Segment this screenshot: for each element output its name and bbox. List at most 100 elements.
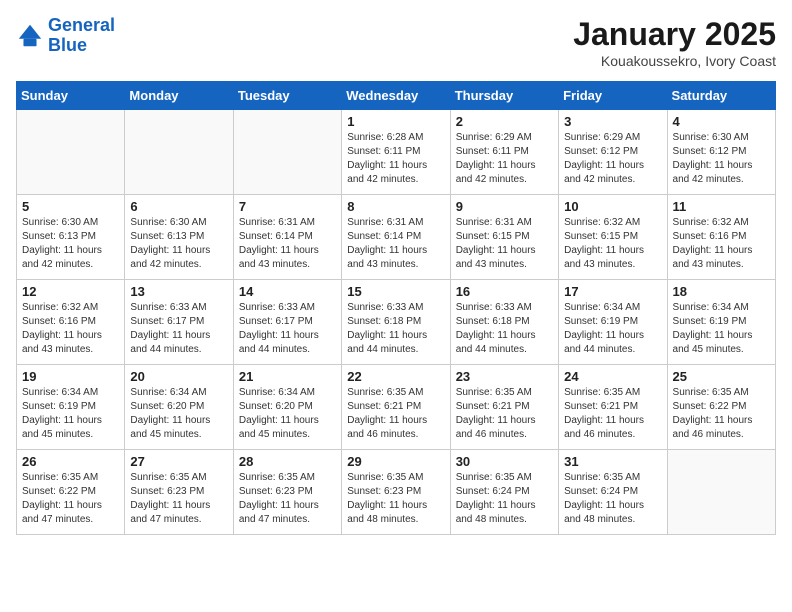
day-number: 7 [239, 199, 336, 214]
day-info: Sunrise: 6:32 AM Sunset: 6:15 PM Dayligh… [564, 216, 661, 272]
day-info: Sunrise: 6:35 AM Sunset: 6:23 PM Dayligh… [130, 471, 227, 527]
day-info: Sunrise: 6:34 AM Sunset: 6:19 PM Dayligh… [22, 386, 119, 442]
day-info: Sunrise: 6:33 AM Sunset: 6:17 PM Dayligh… [239, 301, 336, 357]
day-info: Sunrise: 6:32 AM Sunset: 6:16 PM Dayligh… [673, 216, 770, 272]
day-number: 19 [22, 369, 119, 384]
day-info: Sunrise: 6:31 AM Sunset: 6:15 PM Dayligh… [456, 216, 553, 272]
day-info: Sunrise: 6:35 AM Sunset: 6:21 PM Dayligh… [456, 386, 553, 442]
calendar-cell: 26 Sunrise: 6:35 AM Sunset: 6:22 PM Dayli… [17, 450, 125, 535]
day-info: Sunrise: 6:35 AM Sunset: 6:21 PM Dayligh… [347, 386, 444, 442]
calendar-cell: 3Sunrise: 6:29 AM Sunset: 6:12 PM Daylig… [559, 110, 667, 195]
day-info: Sunrise: 6:31 AM Sunset: 6:14 PM Dayligh… [347, 216, 444, 272]
calendar-cell: 25 Sunrise: 6:35 AM Sunset: 6:22 PM Dayli… [667, 365, 775, 450]
weekday-header-wednesday: Wednesday [342, 82, 450, 110]
day-number: 2 [456, 114, 553, 129]
day-number: 15 [347, 284, 444, 299]
logo-text: General Blue [48, 16, 115, 56]
calendar-table: SundayMondayTuesdayWednesdayThursdayFrid… [16, 81, 776, 535]
day-info: Sunrise: 6:34 AM Sunset: 6:20 PM Dayligh… [239, 386, 336, 442]
logo: General Blue [16, 16, 115, 56]
day-number: 20 [130, 369, 227, 384]
day-number: 25 [673, 369, 770, 384]
day-number: 12 [22, 284, 119, 299]
month-title: January 2025 [573, 16, 776, 53]
day-number: 11 [673, 199, 770, 214]
calendar-cell [233, 110, 341, 195]
day-info: Sunrise: 6:33 AM Sunset: 6:18 PM Dayligh… [347, 301, 444, 357]
calendar-cell: 9Sunrise: 6:31 AM Sunset: 6:15 PM Daylig… [450, 195, 558, 280]
day-info: Sunrise: 6:35 AM Sunset: 6:22 PM Dayligh… [22, 471, 119, 527]
day-number: 4 [673, 114, 770, 129]
weekday-header-saturday: Saturday [667, 82, 775, 110]
page-header: General Blue January 2025 Kouakoussekro,… [16, 16, 776, 69]
week-row-1: 1 Sunrise: 6:28 AM Sunset: 6:11 PM Daylig… [17, 110, 776, 195]
calendar-cell [125, 110, 233, 195]
weekday-header-tuesday: Tuesday [233, 82, 341, 110]
day-info: Sunrise: 6:33 AM Sunset: 6:17 PM Dayligh… [130, 301, 227, 357]
day-number: 17 [564, 284, 661, 299]
weekday-header-thursday: Thursday [450, 82, 558, 110]
day-number: 28 [239, 454, 336, 469]
day-info: Sunrise: 6:29 AM Sunset: 6:11 PM Dayligh… [456, 131, 553, 187]
location-subtitle: Kouakoussekro, Ivory Coast [573, 53, 776, 69]
title-area: January 2025 Kouakoussekro, Ivory Coast [573, 16, 776, 69]
day-number: 31 [564, 454, 661, 469]
day-number: 13 [130, 284, 227, 299]
calendar-cell: 5 Sunrise: 6:30 AM Sunset: 6:13 PM Daylig… [17, 195, 125, 280]
day-number: 16 [456, 284, 553, 299]
day-info: Sunrise: 6:30 AM Sunset: 6:13 PM Dayligh… [130, 216, 227, 272]
week-row-4: 19 Sunrise: 6:34 AM Sunset: 6:19 PM Dayli… [17, 365, 776, 450]
day-info: Sunrise: 6:35 AM Sunset: 6:23 PM Dayligh… [347, 471, 444, 527]
calendar-cell: 20 Sunrise: 6:34 AM Sunset: 6:20 PM Dayli… [125, 365, 233, 450]
calendar-cell: 7 Sunrise: 6:31 AM Sunset: 6:14 PM Daylig… [233, 195, 341, 280]
calendar-cell: 31 Sunrise: 6:35 AM Sunset: 6:24 PM Dayli… [559, 450, 667, 535]
day-number: 10 [564, 199, 661, 214]
day-info: Sunrise: 6:31 AM Sunset: 6:14 PM Dayligh… [239, 216, 336, 272]
calendar-cell: 23Sunrise: 6:35 AM Sunset: 6:21 PM Dayli… [450, 365, 558, 450]
calendar-cell: 27Sunrise: 6:35 AM Sunset: 6:23 PM Dayli… [125, 450, 233, 535]
calendar-cell: 16 Sunrise: 6:33 AM Sunset: 6:18 PM Dayli… [450, 280, 558, 365]
calendar-cell [667, 450, 775, 535]
day-number: 22 [347, 369, 444, 384]
calendar-cell: 30Sunrise: 6:35 AM Sunset: 6:24 PM Dayli… [450, 450, 558, 535]
day-number: 29 [347, 454, 444, 469]
calendar-cell: 21 Sunrise: 6:34 AM Sunset: 6:20 PM Dayli… [233, 365, 341, 450]
calendar-cell: 11 Sunrise: 6:32 AM Sunset: 6:16 PM Dayli… [667, 195, 775, 280]
week-row-5: 26 Sunrise: 6:35 AM Sunset: 6:22 PM Dayli… [17, 450, 776, 535]
calendar-cell: 12 Sunrise: 6:32 AM Sunset: 6:16 PM Dayli… [17, 280, 125, 365]
day-info: Sunrise: 6:35 AM Sunset: 6:24 PM Dayligh… [564, 471, 661, 527]
calendar-cell [17, 110, 125, 195]
day-number: 30 [456, 454, 553, 469]
calendar-cell: 13 Sunrise: 6:33 AM Sunset: 6:17 PM Dayli… [125, 280, 233, 365]
calendar-cell: 6 Sunrise: 6:30 AM Sunset: 6:13 PM Daylig… [125, 195, 233, 280]
day-info: Sunrise: 6:35 AM Sunset: 6:21 PM Dayligh… [564, 386, 661, 442]
day-number: 18 [673, 284, 770, 299]
calendar-cell: 19 Sunrise: 6:34 AM Sunset: 6:19 PM Dayli… [17, 365, 125, 450]
day-number: 26 [22, 454, 119, 469]
day-number: 5 [22, 199, 119, 214]
weekday-header-friday: Friday [559, 82, 667, 110]
day-number: 14 [239, 284, 336, 299]
calendar-cell: 28Sunrise: 6:35 AM Sunset: 6:23 PM Dayli… [233, 450, 341, 535]
day-info: Sunrise: 6:30 AM Sunset: 6:13 PM Dayligh… [22, 216, 119, 272]
day-info: Sunrise: 6:35 AM Sunset: 6:22 PM Dayligh… [673, 386, 770, 442]
day-number: 1 [347, 114, 444, 129]
calendar-cell: 18Sunrise: 6:34 AM Sunset: 6:19 PM Dayli… [667, 280, 775, 365]
calendar-cell: 10 Sunrise: 6:32 AM Sunset: 6:15 PM Dayli… [559, 195, 667, 280]
day-info: Sunrise: 6:32 AM Sunset: 6:16 PM Dayligh… [22, 301, 119, 357]
calendar-cell: 24Sunrise: 6:35 AM Sunset: 6:21 PM Dayli… [559, 365, 667, 450]
day-number: 6 [130, 199, 227, 214]
day-number: 21 [239, 369, 336, 384]
calendar-cell: 22 Sunrise: 6:35 AM Sunset: 6:21 PM Dayli… [342, 365, 450, 450]
weekday-header-row: SundayMondayTuesdayWednesdayThursdayFrid… [17, 82, 776, 110]
calendar-cell: 8Sunrise: 6:31 AM Sunset: 6:14 PM Daylig… [342, 195, 450, 280]
day-info: Sunrise: 6:34 AM Sunset: 6:19 PM Dayligh… [564, 301, 661, 357]
day-info: Sunrise: 6:34 AM Sunset: 6:20 PM Dayligh… [130, 386, 227, 442]
calendar-cell: 15 Sunrise: 6:33 AM Sunset: 6:18 PM Dayli… [342, 280, 450, 365]
day-info: Sunrise: 6:28 AM Sunset: 6:11 PM Dayligh… [347, 131, 444, 187]
week-row-3: 12 Sunrise: 6:32 AM Sunset: 6:16 PM Dayli… [17, 280, 776, 365]
calendar-cell: 29 Sunrise: 6:35 AM Sunset: 6:23 PM Dayli… [342, 450, 450, 535]
calendar-cell: 2 Sunrise: 6:29 AM Sunset: 6:11 PM Daylig… [450, 110, 558, 195]
day-info: Sunrise: 6:33 AM Sunset: 6:18 PM Dayligh… [456, 301, 553, 357]
weekday-header-monday: Monday [125, 82, 233, 110]
